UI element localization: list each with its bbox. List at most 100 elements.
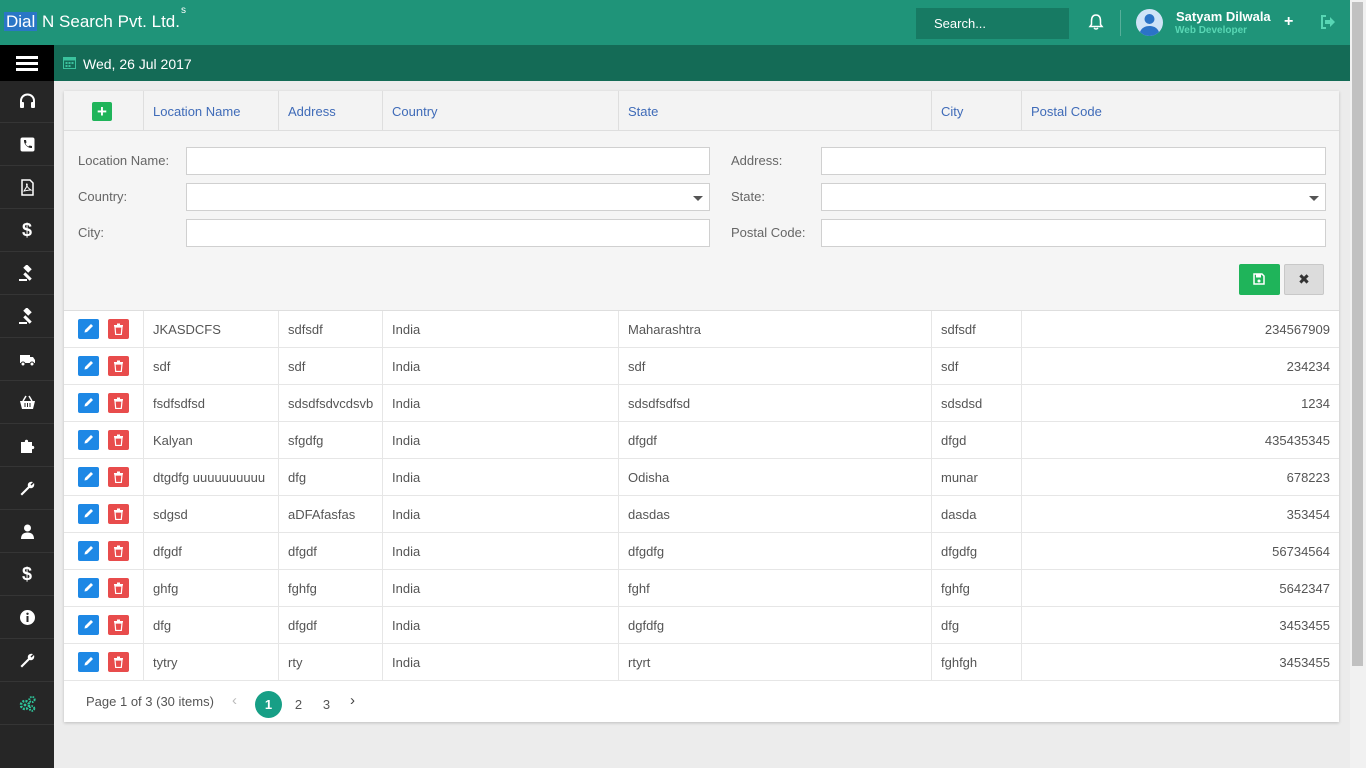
sidebar-item-legal[interactable] — [0, 253, 54, 295]
cell-address: rty — [279, 644, 383, 681]
sidebar-item-shop[interactable] — [0, 382, 54, 424]
cell-location-name: dfg — [144, 607, 279, 644]
table-row[interactable]: Kalyan sfgdfg India dfgdf dfgd 435435345 — [64, 422, 1339, 459]
chevron-down-icon[interactable] — [693, 196, 703, 201]
column-header-state[interactable]: State — [619, 91, 932, 131]
sidebar-item-plugins[interactable] — [0, 425, 54, 467]
scrollbar-thumb[interactable] — [1352, 2, 1363, 666]
date-bar: Wed, 26 Jul 2017 — [54, 45, 1350, 81]
table-row[interactable]: ghfg fghfg India fghf fghfg 5642347 — [64, 570, 1339, 607]
edit-button[interactable] — [78, 504, 99, 524]
search-input[interactable]: Search... — [916, 8, 1069, 39]
delete-button[interactable] — [108, 430, 129, 450]
delete-button[interactable] — [108, 541, 129, 561]
state-select[interactable] — [821, 183, 1326, 211]
previous-page-button[interactable]: ‹ — [232, 692, 237, 709]
sidebar-item-users[interactable] — [0, 511, 54, 553]
postal-code-input[interactable] — [821, 219, 1326, 247]
edit-button[interactable] — [78, 393, 99, 413]
location-name-input[interactable] — [186, 147, 710, 175]
sidebar-item-delivery[interactable] — [0, 339, 54, 381]
logout-icon[interactable] — [1319, 13, 1337, 31]
cell-location-name: JKASDCFS — [144, 311, 279, 348]
column-header-address[interactable]: Address — [279, 91, 383, 131]
row-actions — [64, 570, 144, 607]
edit-button[interactable] — [78, 541, 99, 561]
edit-button[interactable] — [78, 615, 99, 635]
chevron-down-icon[interactable] — [1309, 196, 1319, 201]
table-row[interactable]: fsdfsdfsd sdsdfsdvcdsvb India sdsdfsdfsd sds… — [64, 385, 1339, 422]
delete-button[interactable] — [108, 504, 129, 524]
delete-button[interactable] — [108, 319, 129, 339]
delete-button[interactable] — [108, 652, 129, 672]
plus-icon[interactable]: + — [1284, 13, 1293, 31]
sidebar-item-billing[interactable]: $ — [0, 210, 54, 252]
delete-button[interactable] — [108, 356, 129, 376]
row-actions — [64, 644, 144, 681]
sidebar-item-calls[interactable] — [0, 124, 54, 166]
column-header-location-name[interactable]: Location Name — [144, 91, 279, 131]
vertical-scrollbar[interactable] — [1350, 0, 1366, 768]
table-row[interactable]: dtgdfg uuuuuuuuuu dfg India Odisha munar 6782… — [64, 459, 1339, 496]
bell-icon[interactable] — [1087, 13, 1105, 31]
add-location-button[interactable]: + — [92, 102, 112, 121]
sidebar-item-tools[interactable] — [0, 468, 54, 510]
user-name[interactable]: Satyam Dilwala — [1176, 9, 1271, 24]
save-button[interactable] — [1239, 264, 1280, 295]
brand-logo[interactable]: Dial N Search Pvt. Ltd.s — [4, 5, 186, 32]
edit-button[interactable] — [78, 652, 99, 672]
cancel-button[interactable]: ✖ — [1284, 264, 1324, 295]
sidebar-item-auction[interactable] — [0, 296, 54, 338]
menu-icon[interactable] — [0, 45, 54, 81]
cell-address: sfgdfg — [279, 422, 383, 459]
column-header-country[interactable]: Country — [383, 91, 619, 131]
page-button-3[interactable]: 3 — [313, 691, 340, 718]
edit-form: Location Name: Address: Country: State: … — [64, 131, 1339, 311]
cell-postal-code: 5642347 — [1279, 581, 1330, 596]
country-select[interactable] — [186, 183, 710, 211]
table-row[interactable]: JKASDCFS sdfsdf India Maharashtra sdfsdf 2345… — [64, 311, 1339, 348]
row-actions — [64, 422, 144, 459]
cell-state: dfgdfg — [619, 533, 932, 570]
user-role: Web Developer — [1175, 25, 1248, 36]
page-button-2[interactable]: 2 — [285, 691, 312, 718]
sidebar-item-support[interactable] — [0, 81, 54, 123]
sidebar-item-info[interactable] — [0, 597, 54, 639]
edit-button[interactable] — [78, 467, 99, 487]
pencil-icon — [84, 583, 93, 592]
sidebar-item-settings-tools[interactable] — [0, 640, 54, 682]
current-date: Wed, 26 Jul 2017 — [83, 56, 192, 72]
page-button-1[interactable]: 1 — [255, 691, 282, 718]
edit-button[interactable] — [78, 578, 99, 598]
address-input[interactable] — [821, 147, 1326, 175]
table-row[interactable]: sdgsd aDFAfasfas India dasdas dasda 353454 — [64, 496, 1339, 533]
cell-address: dfgdf — [279, 607, 383, 644]
delete-button[interactable] — [108, 615, 129, 635]
table-row[interactable]: dfgdf dfgdf India dfgdfg dfgdfg 56734564 — [64, 533, 1339, 570]
cell-state: dfgdf — [619, 422, 932, 459]
cell-state: Maharashtra — [619, 311, 932, 348]
cell-address: dfgdf — [279, 533, 383, 570]
table-row[interactable]: sdf sdf India sdf sdf 234234 — [64, 348, 1339, 385]
cell-country: India — [383, 533, 619, 570]
sidebar-item-documents[interactable] — [0, 167, 54, 209]
sidebar-item-payments[interactable]: $ — [0, 554, 54, 596]
next-page-button[interactable]: › — [350, 692, 355, 709]
edit-button[interactable] — [78, 430, 99, 450]
edit-button[interactable] — [78, 356, 99, 376]
cell-city: fghfgh — [932, 644, 1022, 681]
table-row[interactable]: tytry rty India rtyrt fghfgh 3453455 — [64, 644, 1339, 681]
address-label: Address: — [731, 153, 783, 168]
sidebar-item-configuration[interactable] — [0, 683, 54, 725]
table-row[interactable]: dfg dfgdf India dgfdfg dfg 3453455 — [64, 607, 1339, 644]
edit-button[interactable] — [78, 319, 99, 339]
delete-button[interactable] — [108, 393, 129, 413]
avatar[interactable] — [1136, 9, 1163, 36]
city-input[interactable] — [186, 219, 710, 247]
delete-button[interactable] — [108, 467, 129, 487]
cell-city: dasda — [932, 496, 1022, 533]
delete-button[interactable] — [108, 578, 129, 598]
column-header-postal-code[interactable]: Postal Code — [1022, 91, 1339, 131]
column-header-city[interactable]: City — [932, 91, 1022, 131]
cell-postal-code: 3453455 — [1279, 655, 1330, 670]
